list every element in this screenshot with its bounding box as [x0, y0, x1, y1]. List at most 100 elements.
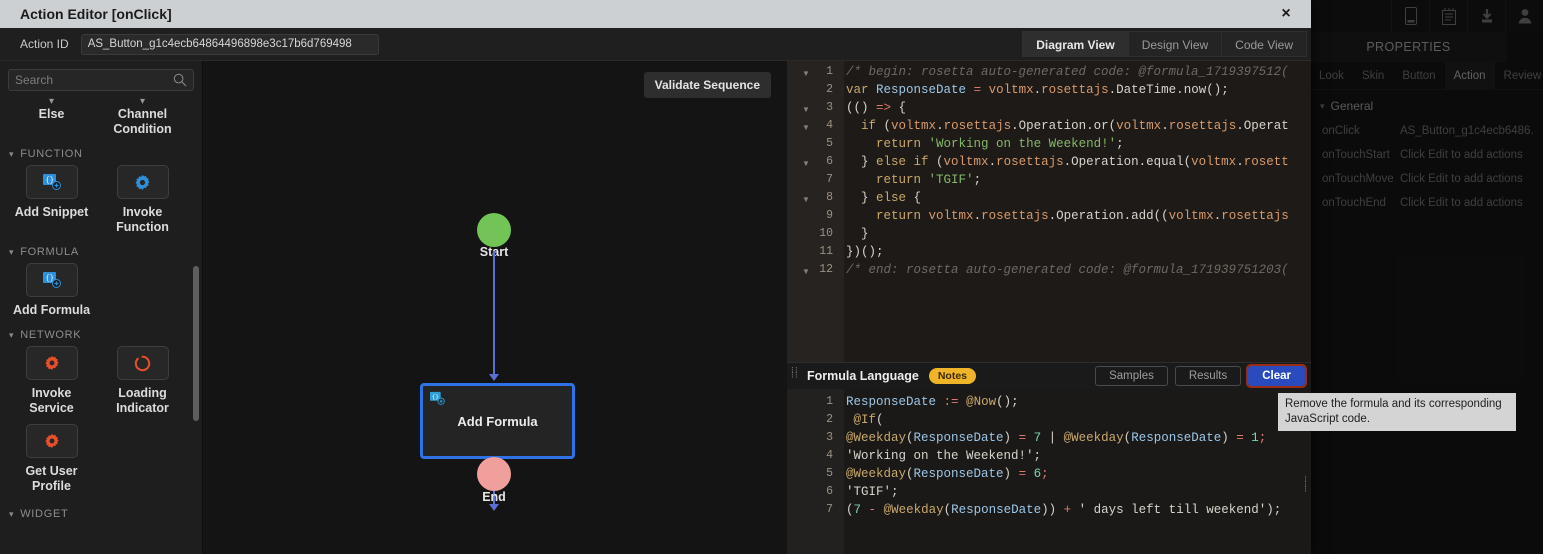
code-line: return voltmx.rosettajs.Operation.add((v…	[876, 209, 1289, 223]
fold-toggle-icon[interactable]: ▼	[802, 69, 810, 78]
fold-toggle-icon[interactable]: ▼	[802, 159, 810, 168]
snippet-icon: {}	[25, 165, 78, 199]
line-number: 10	[819, 227, 833, 240]
tab-button[interactable]: Button	[1393, 62, 1444, 89]
results-button[interactable]: Results	[1174, 366, 1242, 386]
download-icon[interactable]	[1467, 0, 1505, 32]
action-library-sidebar: Search ▾ Else ▾ Channel Condition ▾ FUNC…	[0, 61, 203, 554]
tab-look[interactable]: Look	[1310, 62, 1353, 89]
close-icon[interactable]: ×	[1261, 0, 1311, 28]
library-item-label: Channel Condition	[113, 107, 172, 136]
library-item-else[interactable]: ▾ Else	[8, 97, 95, 137]
library-item-channel-condition[interactable]: ▾ Channel Condition	[99, 97, 186, 137]
formula-icon: {}	[25, 263, 78, 297]
dialog-titlebar: Action Editor [onClick] ×	[0, 0, 1311, 28]
library-item-get-user-profile[interactable]: Get User Profile	[8, 424, 95, 494]
formula-line: 'Working on the Weekend!';	[846, 449, 1042, 463]
notes-icon[interactable]	[1429, 0, 1467, 32]
library-item-loading-indicator[interactable]: Loading Indicator	[99, 346, 186, 416]
sidebar-group-network[interactable]: ▾ NETWORK	[0, 318, 202, 346]
property-key: onTouchStart	[1322, 149, 1390, 161]
sidebar-group-widget[interactable]: ▾ WIDGET	[0, 494, 202, 525]
chevron-down-icon: ▾	[139, 96, 146, 107]
property-row-ontouchstart[interactable]: onTouchStart Click Edit to add actions	[1310, 143, 1543, 167]
search-input[interactable]: Search	[8, 69, 194, 91]
line-number: 7	[826, 173, 833, 186]
code-line: (() => {	[846, 101, 907, 115]
property-key: onClick	[1322, 125, 1360, 137]
tab-diagram-view[interactable]: Diagram View	[1022, 31, 1129, 57]
node-add-formula[interactable]: {} Add Formula	[420, 383, 575, 459]
tab-code-view[interactable]: Code View	[1222, 31, 1307, 57]
formula-line: (7 - @Weekday(ResponseDate)) + ' days le…	[846, 503, 1282, 517]
code-gutter: ▼ ▼ ▼ ▼ ▼ ▼ 1 2 3 4 5 6 7 8 9 10 11 12	[787, 61, 844, 362]
user-icon[interactable]	[1505, 0, 1543, 32]
line-number: 2	[826, 413, 833, 426]
node-end[interactable]	[477, 457, 511, 491]
chevron-down-icon: ▾	[1320, 100, 1325, 111]
tab-action[interactable]: Action	[1444, 62, 1495, 89]
tab-design-view[interactable]: Design View	[1128, 31, 1223, 57]
fold-toggle-icon[interactable]: ▼	[802, 267, 810, 276]
samples-button[interactable]: Samples	[1095, 366, 1168, 386]
gear-blue-icon	[116, 165, 169, 199]
fold-toggle-icon[interactable]: ▼	[802, 195, 810, 204]
action-id-input[interactable]: AS_Button_g1c4ecb64864496898e3c17b6d7694…	[80, 33, 379, 55]
library-item-add-snippet[interactable]: {} Add Snippet	[8, 165, 95, 235]
code-line: /* begin: rosetta auto-generated code: @…	[846, 65, 1289, 79]
validate-sequence-button[interactable]: Validate Sequence	[643, 72, 771, 98]
device-icon[interactable]	[1391, 0, 1429, 32]
property-value: AS_Button_g1c4ecb6486.	[1400, 125, 1534, 137]
sidebar-group-function[interactable]: ▾ FUNCTION	[0, 137, 202, 165]
formula-icon: {}	[429, 391, 447, 412]
tab-review[interactable]: Review	[1495, 62, 1543, 89]
arrow-head-icon	[489, 374, 499, 381]
library-item-invoke-function[interactable]: Invoke Function	[99, 165, 186, 235]
line-number: 5	[826, 137, 833, 150]
search-placeholder: Search	[15, 73, 54, 87]
code-line: }	[846, 227, 869, 241]
node-end-label: End	[482, 490, 506, 504]
code-line: /* end: rosetta auto-generated code: @fo…	[846, 263, 1289, 277]
formula-line: ResponseDate := @Now();	[846, 395, 1019, 409]
clear-button[interactable]: Clear	[1246, 364, 1307, 388]
action-editor-dialog: Action Editor [onClick] × Action ID AS_B…	[0, 0, 1311, 554]
tab-skin[interactable]: Skin	[1353, 62, 1393, 89]
code-line: if (voltmx.rosettajs.Operation.or(voltmx…	[861, 119, 1289, 133]
group-label: FUNCTION	[20, 148, 83, 160]
formula-panel-actions: Samples Results Clear	[1095, 364, 1307, 388]
fold-toggle-icon[interactable]: ▼	[802, 105, 810, 114]
line-number: 8	[826, 191, 833, 204]
formula-code-editor[interactable]: 1 2 3 4 5 6 7 ResponseDate := @Now(); @I…	[787, 389, 1311, 554]
property-key: onTouchMove	[1322, 173, 1394, 185]
group-label: NETWORK	[20, 329, 82, 341]
line-number: 9	[826, 209, 833, 222]
property-row-ontouchend[interactable]: onTouchEnd Click Edit to add actions	[1310, 191, 1543, 215]
property-value: Click Edit to add actions	[1400, 197, 1523, 209]
fold-toggle-icon[interactable]: ▼	[802, 123, 810, 132]
resize-handle-icon[interactable]: ⁝ ⁝ ⁝	[1304, 475, 1307, 494]
library-item-add-formula[interactable]: {} Add Formula	[8, 263, 95, 318]
node-start[interactable]	[477, 213, 511, 247]
property-value: Click Edit to add actions	[1400, 173, 1523, 185]
group-label: FORMULA	[20, 246, 79, 258]
property-row-onclick[interactable]: onClick AS_Button_g1c4ecb6486.	[1310, 119, 1543, 143]
formula-panel-title: Formula Language	[807, 369, 919, 383]
library-item-invoke-service[interactable]: Invoke Service	[8, 346, 95, 416]
sidebar-group-function-items: {} Add Snippet Invoke Function	[0, 165, 202, 235]
properties-section-general[interactable]: ▾ General	[1310, 90, 1543, 119]
drag-handle-icon[interactable]: ⁝⁝ ⁝⁝	[791, 366, 799, 384]
property-value: Click Edit to add actions	[1400, 149, 1523, 161]
generated-code-editor[interactable]: ▼ ▼ ▼ ▼ ▼ ▼ 1 2 3 4 5 6 7 8 9 10 11 12 /…	[787, 61, 1311, 422]
code-line: return 'TGIF';	[876, 173, 982, 187]
properties-tabs: Look Skin Button Action Review	[1310, 62, 1543, 90]
sidebar-group-formula[interactable]: ▾ FORMULA	[0, 235, 202, 263]
line-number: 5	[826, 467, 833, 480]
notes-badge[interactable]: Notes	[928, 368, 977, 384]
spinner-orange-icon	[116, 346, 169, 380]
line-number: 6	[826, 485, 833, 498]
gear-orange-icon	[25, 346, 78, 380]
property-row-ontouchmove[interactable]: onTouchMove Click Edit to add actions	[1310, 167, 1543, 191]
formula-line: @Weekday(ResponseDate) = 6;	[846, 467, 1049, 481]
sidebar-scrollbar[interactable]	[193, 266, 199, 421]
